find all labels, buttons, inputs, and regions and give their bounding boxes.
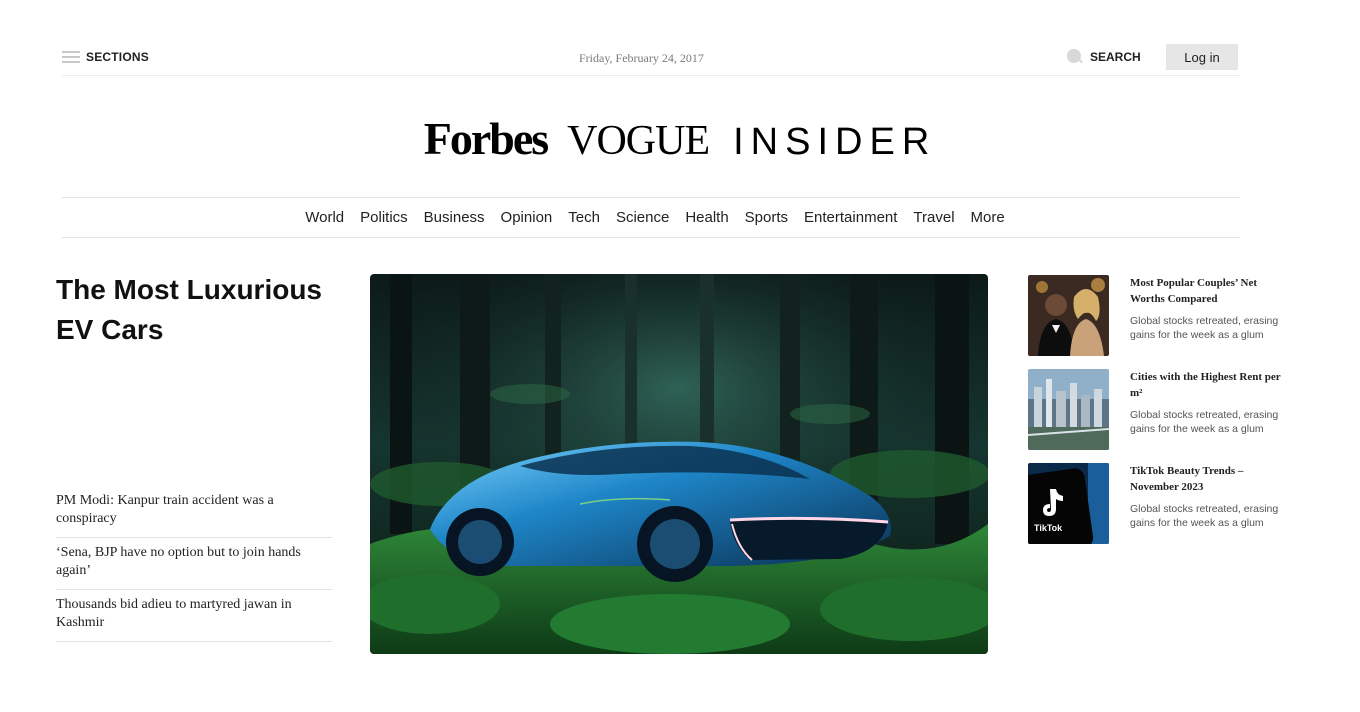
insider-logo[interactable]: INSIDER [733,121,936,164]
nav-item-science[interactable]: Science [616,209,669,226]
story-title: Cities with the Highest Rent per m² [1130,371,1281,399]
story-title: Most Popular Couples’ Net Worths Compare… [1130,277,1258,305]
current-date: Friday, February 24, 2017 [579,51,704,65]
top-bar: SECTIONS Friday, February 24, 2017 SEARC… [62,44,1240,76]
main-nav: World Politics Business Opinion Tech Sci… [62,197,1240,238]
nav-item-tech[interactable]: Tech [568,209,600,226]
nav-item-health[interactable]: Health [685,209,728,226]
city-thumbnail [1028,369,1109,450]
vogue-logo[interactable]: VOGUE [567,117,710,165]
nav-item-politics[interactable]: Politics [360,209,408,226]
nav-item-sports[interactable]: Sports [745,209,788,226]
search-icon [1067,49,1083,65]
search-label: SEARCH [1090,50,1141,64]
tiktok-thumbnail: TikTok [1028,463,1109,544]
story-summary: Global stocks retreated, erasing gains f… [1130,503,1279,529]
story-card[interactable]: Most Popular Couples’ Net Worths Compare… [1028,275,1298,357]
search-button[interactable]: SEARCH [1067,49,1141,65]
nav-item-more[interactable]: More [971,209,1005,226]
forbes-logo[interactable]: Forbes [424,112,549,165]
sections-label: SECTIONS [86,50,149,64]
story-title: TikTok Beauty Trends – November 2023 [1130,465,1244,493]
hero-car-illustration [370,274,988,654]
story-summary: Global stocks retreated, erasing gains f… [1130,315,1279,341]
nav-item-world[interactable]: World [305,209,344,226]
story-card[interactable]: Cities with the Highest Rent per m² Glob… [1028,369,1298,451]
list-item[interactable]: ‘Sena, BJP have no option but to join ha… [56,538,332,590]
side-headline-list: PM Modi: Kanpur train accident was a con… [56,486,332,642]
hero-image[interactable] [370,274,988,654]
sections-menu-button[interactable]: SECTIONS [62,50,149,64]
tiktok-thumb-label: TikTok [1034,523,1063,533]
couple-thumbnail [1028,275,1109,356]
login-button[interactable]: Log in [1166,44,1238,70]
list-item[interactable]: PM Modi: Kanpur train accident was a con… [56,486,332,538]
nav-item-travel[interactable]: Travel [913,209,954,226]
nav-item-business[interactable]: Business [424,209,485,226]
story-card[interactable]: TikTok TikTok Beauty Trends – November 2… [1028,463,1298,545]
story-summary: Global stocks retreated, erasing gains f… [1130,409,1279,435]
lead-headline[interactable]: The Most Luxurious EV Cars [56,270,346,350]
list-item[interactable]: Thousands bid adieu to martyred jawan in… [56,590,332,642]
hamburger-icon [62,51,80,63]
brand-logos: Forbes VOGUE INSIDER [0,112,1360,165]
nav-item-opinion[interactable]: Opinion [501,209,553,226]
nav-item-entertainment[interactable]: Entertainment [804,209,897,226]
